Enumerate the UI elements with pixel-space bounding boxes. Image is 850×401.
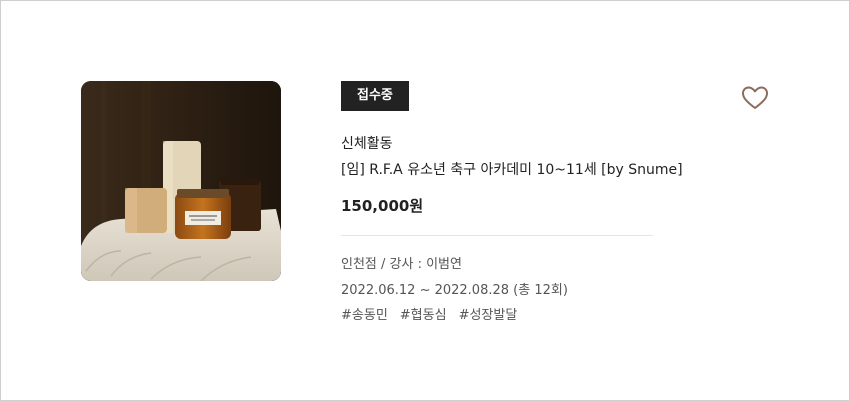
product-price: 150,000원 — [341, 197, 424, 215]
product-info: 접수중 신체활동 [임] R.F.A 유소년 축구 아카데미 10~11세 [b… — [341, 81, 683, 324]
tag-item[interactable]: #협동심 — [400, 308, 447, 323]
candles-photo — [81, 81, 281, 281]
tag-list: #송동민 #협동심 #성장발달 — [341, 308, 653, 324]
heart-icon[interactable] — [741, 85, 769, 111]
product-card: 접수중 신체활동 [임] R.F.A 유소년 축구 아카데미 10~11세 [b… — [0, 0, 850, 401]
class-period: 2022.06.12 ~ 2022.08.28 (총 12회) — [341, 283, 568, 298]
status-badge: 접수중 — [341, 81, 409, 111]
product-thumbnail[interactable] — [81, 81, 281, 281]
tag-item[interactable]: #성장발달 — [459, 308, 518, 323]
divider — [341, 235, 653, 236]
product-category: 신체활동 — [341, 136, 393, 152]
tag-item[interactable]: #송동민 — [341, 308, 388, 323]
location-instructor: 인천점 / 강사 : 이범연 — [341, 257, 462, 272]
product-title[interactable]: [임] R.F.A 유소년 축구 아카데미 10~11세 [by Snume] — [341, 161, 683, 179]
